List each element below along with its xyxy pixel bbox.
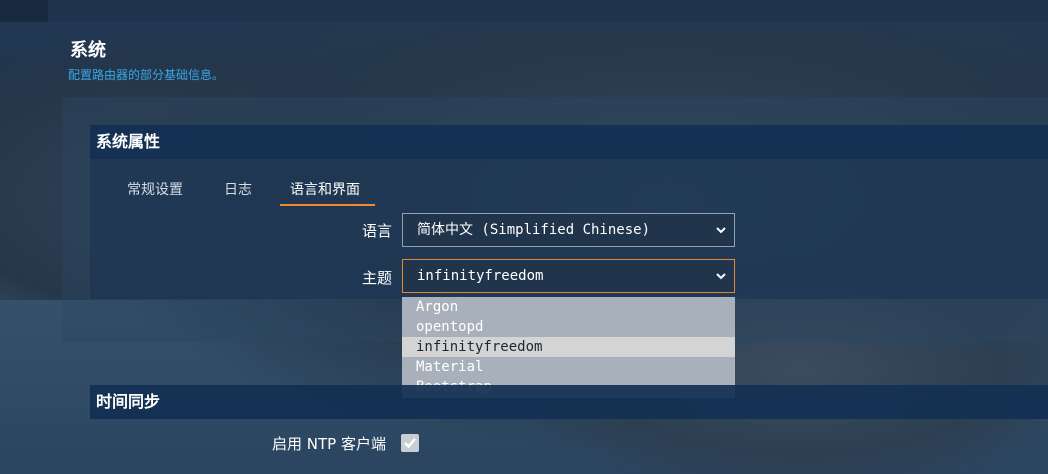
checkmark-icon — [404, 438, 416, 449]
language-label: 语言 — [361, 222, 392, 240]
theme-select-value: infinityfreedom — [417, 268, 544, 284]
chevron-down-icon — [714, 260, 728, 292]
ntp-client-checkbox[interactable] — [401, 434, 419, 452]
section-header-time-sync: 时间同步 — [90, 385, 1048, 419]
theme-option-argon[interactable]: Argon — [402, 297, 735, 317]
section-header-system: 系统属性 — [90, 125, 1048, 159]
language-select[interactable]: 简体中文 (Simplified Chinese) — [402, 213, 735, 247]
active-tab-indicator — [280, 204, 375, 206]
language-select-value: 简体中文 (Simplified Chinese) — [417, 222, 651, 238]
tab-general[interactable]: 常规设置 — [127, 179, 183, 199]
page-description: 配置路由器的部分基础信息。 — [68, 68, 225, 82]
chevron-down-icon — [714, 214, 728, 246]
page-title: 系统 — [70, 40, 106, 61]
theme-select[interactable]: infinityfreedom — [402, 259, 735, 293]
ntp-client-label: 启用 NTP 客户端 — [272, 435, 386, 453]
tab-logging[interactable]: 日志 — [224, 179, 252, 199]
theme-option-opentopd[interactable]: opentopd — [402, 317, 735, 337]
theme-dropdown-list: Argon opentopd infinityfreedom Material … — [402, 297, 735, 398]
theme-label: 主题 — [361, 269, 392, 287]
theme-option-material[interactable]: Material — [402, 357, 735, 377]
theme-option-infinityfreedom[interactable]: infinityfreedom — [402, 337, 735, 357]
tab-language-ui[interactable]: 语言和界面 — [290, 179, 360, 199]
